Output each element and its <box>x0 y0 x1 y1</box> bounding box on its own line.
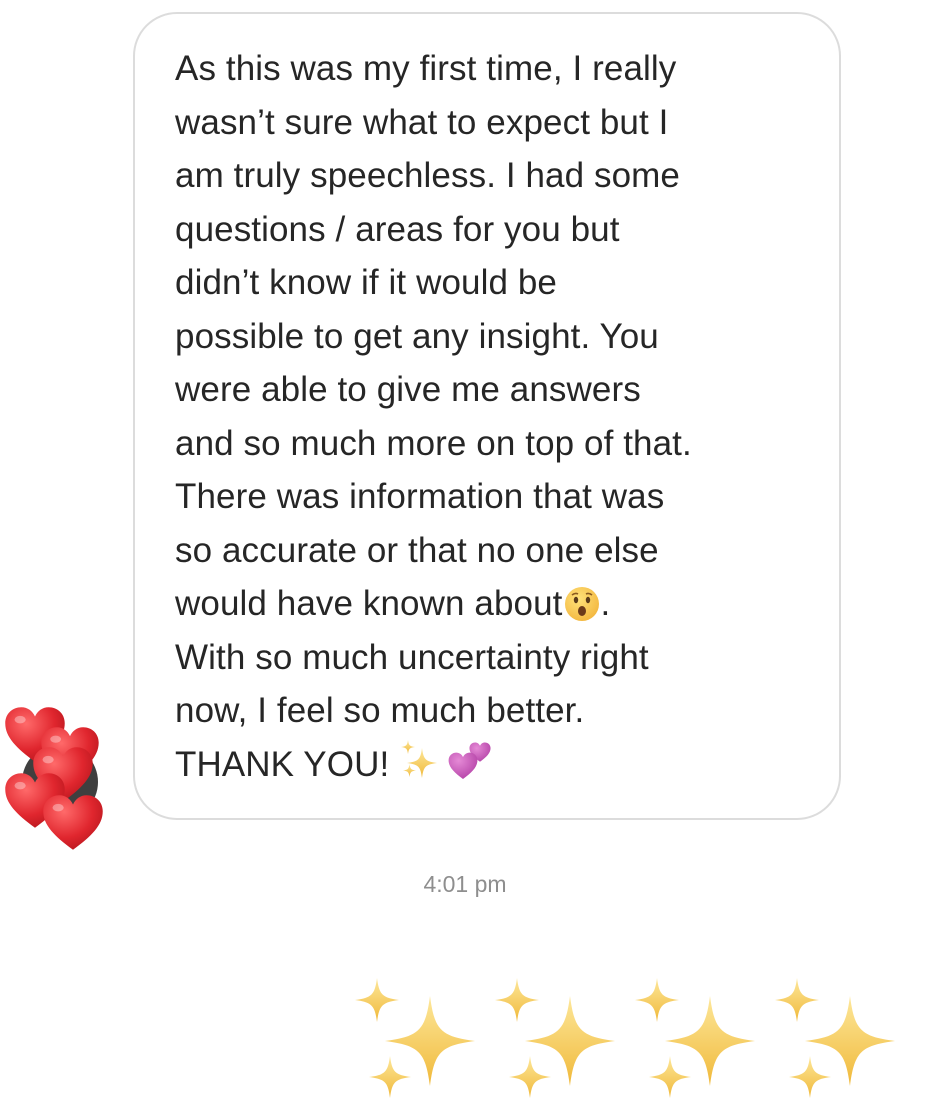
message-line: There was information that was <box>175 477 665 516</box>
sparkles-icon <box>399 738 443 782</box>
sparkles-icon <box>635 978 775 1102</box>
message-line: wasn’t sure what to expect but I <box>175 102 669 142</box>
sparkles-icon <box>355 978 495 1102</box>
sparkles-icon <box>495 978 635 1102</box>
message-line: and so much more on top of that. <box>175 423 692 463</box>
message-line-text: would have known about <box>175 584 563 623</box>
message-line: am truly speechless. I had some <box>175 156 680 195</box>
message-line-with-emoji: THANK YOU! <box>175 738 809 792</box>
message-line: were able to give me answers <box>175 370 641 409</box>
message-bubble[interactable]: As this was my first time, I really wasn… <box>133 12 841 820</box>
hearts-reaction-icon[interactable] <box>2 700 114 860</box>
message-line: now, I feel so much better. <box>175 691 585 730</box>
message-line: With so much uncertainty right <box>175 637 649 677</box>
message-line: possible to get any insight. You <box>175 316 659 356</box>
message-line-suffix: . <box>600 584 611 623</box>
sparkles-icon <box>775 978 915 1102</box>
two-hearts-icon <box>447 740 493 780</box>
message-line: so accurate or that no one else <box>175 530 659 570</box>
message-line: As this was my first time, I really <box>175 49 677 88</box>
message-line: didn’t know if it would be <box>175 263 557 302</box>
message-timestamp: 4:01 pm <box>423 871 507 897</box>
message-line-text: THANK YOU! <box>175 744 400 784</box>
sparkles-reply[interactable] <box>355 978 915 1102</box>
hushed-face-icon <box>564 586 600 622</box>
message-line-with-emoji: would have known about. <box>175 577 809 631</box>
message-line: questions / areas for you but <box>175 209 620 249</box>
